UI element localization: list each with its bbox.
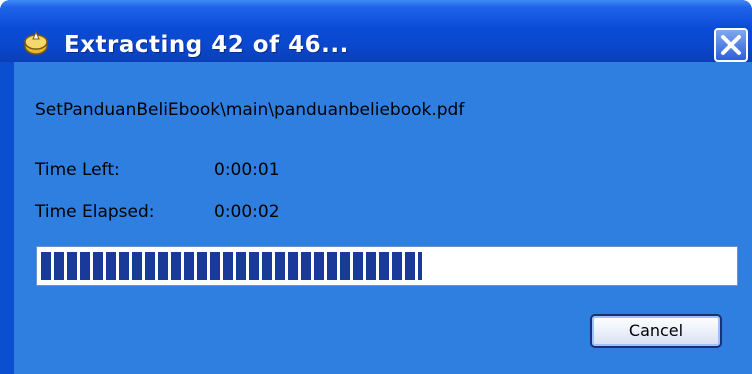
time-left-label: Time Left:	[35, 160, 120, 180]
time-elapsed-label: Time Elapsed:	[35, 202, 155, 222]
close-button[interactable]	[714, 28, 748, 62]
extraction-progress-bar	[36, 246, 738, 286]
time-left-value: 0:00:01	[214, 160, 280, 180]
extract-app-icon	[22, 30, 50, 58]
extract-dialog: Extracting 42 of 46... SetPanduanBeliEbo…	[0, 0, 752, 374]
window-title: Extracting 42 of 46...	[64, 32, 349, 58]
title-bar[interactable]: Extracting 42 of 46...	[0, 0, 752, 62]
current-file-path: SetPanduanBeliEbook\main\panduanbelieboo…	[35, 100, 465, 120]
dialog-body: SetPanduanBeliEbook\main\panduanbelieboo…	[14, 62, 752, 374]
progress-fill	[41, 252, 422, 280]
time-elapsed-value: 0:00:02	[214, 202, 280, 222]
cancel-button[interactable]: Cancel	[590, 314, 722, 348]
